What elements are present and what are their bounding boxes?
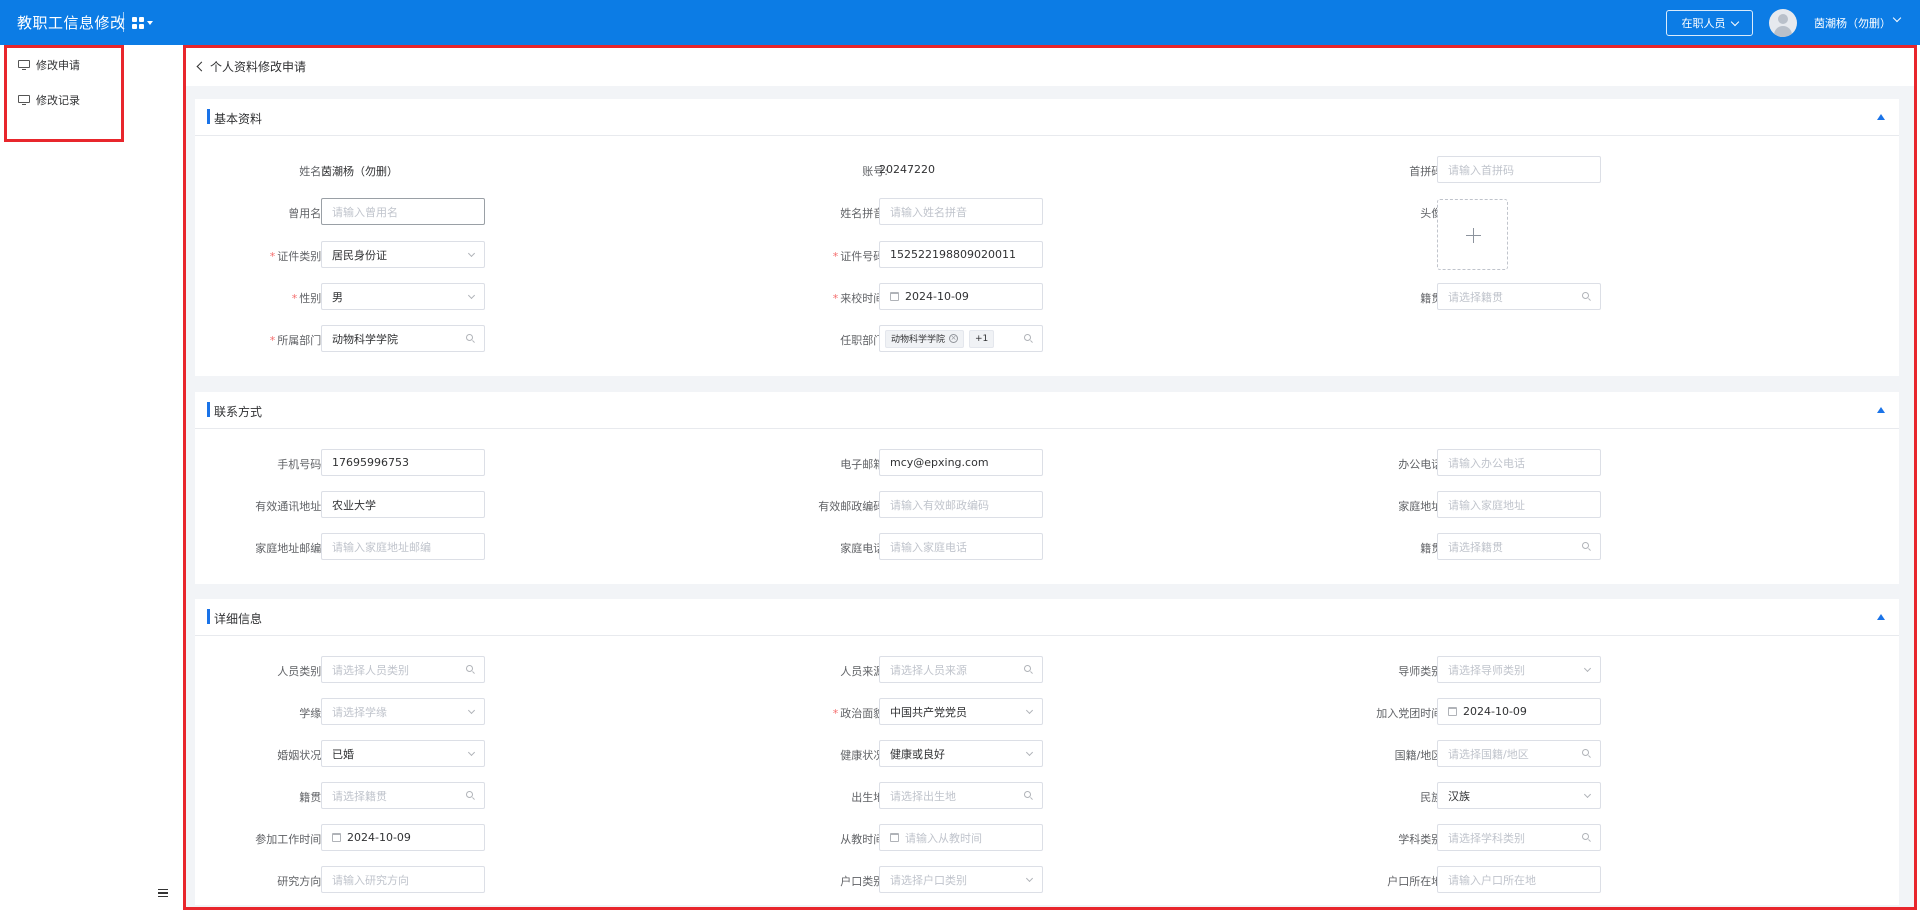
annotation-box-main xyxy=(183,45,1917,910)
grid-icon xyxy=(132,17,144,29)
staff-status-label: 在职人员 xyxy=(1681,17,1726,30)
top-header: 教职工信息修改 在职人员 茵潮杨（勿删） xyxy=(0,0,1920,45)
staff-status-select[interactable]: 在职人员 xyxy=(1666,10,1753,36)
app-title: 教职工信息修改 xyxy=(17,14,126,32)
annotation-box-sidebar xyxy=(4,45,124,142)
user-menu-chevron-icon[interactable] xyxy=(1892,13,1902,23)
sidebar-collapse-icon[interactable] xyxy=(158,889,168,897)
user-avatar[interactable] xyxy=(1769,9,1797,37)
chevron-down-icon xyxy=(1730,17,1739,26)
user-name[interactable]: 茵潮杨（勿删） xyxy=(1814,15,1891,31)
caret-down-icon xyxy=(147,21,153,25)
app-grid-menu-button[interactable] xyxy=(132,14,162,32)
title-divider xyxy=(123,12,124,32)
